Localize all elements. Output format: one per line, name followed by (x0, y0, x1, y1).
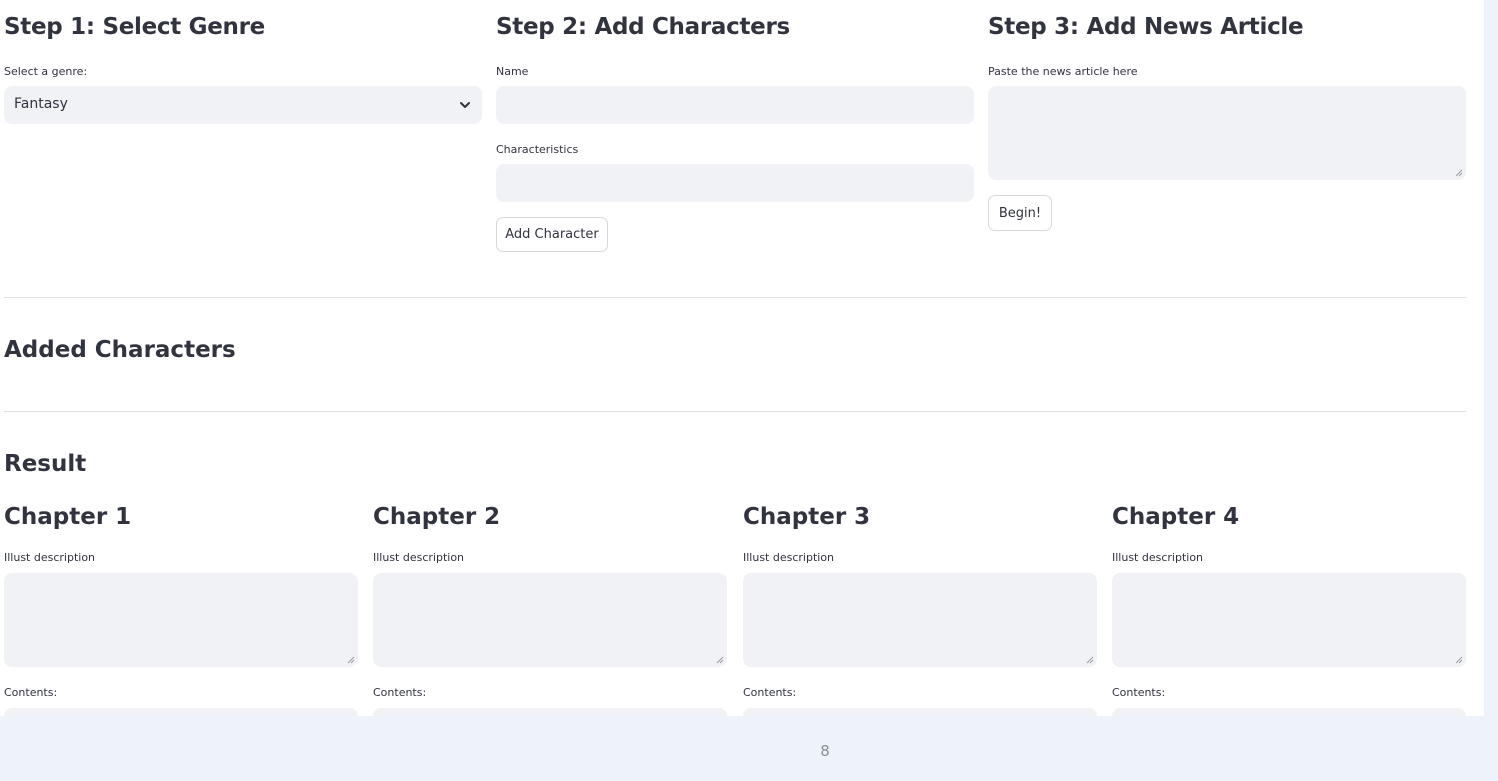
resize-handle-icon[interactable] (1086, 656, 1094, 664)
characteristics-label: Characteristics (496, 143, 579, 156)
characteristics-input[interactable] (496, 164, 974, 202)
contents-textarea[interactable] (4, 708, 358, 716)
app-window: Step 1: Select Genre Select a genre: Fan… (0, 0, 1484, 716)
chapter-title: Chapter 4 (1112, 504, 1240, 530)
add-character-button[interactable]: Add Character (496, 217, 608, 252)
name-input[interactable] (496, 86, 974, 124)
chapter-title: Chapter 3 (743, 504, 871, 530)
resize-handle-icon[interactable] (1455, 169, 1463, 177)
illust-description-textarea[interactable] (1112, 573, 1466, 667)
genre-selected-value: Fantasy (14, 96, 68, 112)
step3-title: Step 3: Add News Article (988, 14, 1304, 40)
chapter-title: Chapter 2 (373, 504, 501, 530)
contents-textarea[interactable] (1112, 708, 1466, 716)
genre-label: Select a genre: (4, 65, 88, 78)
step2-title: Step 2: Add Characters (496, 14, 790, 40)
contents-label: Contents: (1112, 686, 1166, 699)
contents-textarea[interactable] (743, 708, 1097, 716)
illust-description-label: Illust description (1112, 551, 1204, 564)
illust-description-textarea[interactable] (373, 573, 727, 667)
chevron-down-icon (460, 102, 470, 108)
illust-description-textarea[interactable] (4, 573, 358, 667)
steps-row: Step 1: Select Genre Select a genre: Fan… (4, 0, 1466, 270)
illust-description-label: Illust description (4, 551, 96, 564)
chapters-row: Chapter 1 Illust description Contents: C… (4, 500, 1466, 716)
divider (4, 411, 1466, 412)
news-article-textarea[interactable] (988, 86, 1466, 180)
divider (4, 297, 1466, 298)
page-number: 8 (820, 742, 830, 760)
contents-label: Contents: (4, 686, 58, 699)
added-characters-title: Added Characters (4, 337, 236, 363)
contents-label: Contents: (373, 686, 427, 699)
news-article-label: Paste the news article here (988, 65, 1138, 78)
resize-handle-icon[interactable] (347, 656, 355, 664)
result-title: Result (4, 451, 87, 477)
illust-description-textarea[interactable] (743, 573, 1097, 667)
main-content: Step 1: Select Genre Select a genre: Fan… (4, 0, 1466, 716)
begin-button[interactable]: Begin! (988, 195, 1052, 231)
illust-description-label: Illust description (373, 551, 465, 564)
genre-select[interactable]: Fantasy (4, 86, 482, 124)
step1-title: Step 1: Select Genre (4, 14, 265, 40)
resize-handle-icon[interactable] (1455, 656, 1463, 664)
contents-textarea[interactable] (373, 708, 727, 716)
name-label: Name (496, 65, 529, 78)
resize-handle-icon[interactable] (716, 656, 724, 664)
contents-label: Contents: (743, 686, 797, 699)
illust-description-label: Illust description (743, 551, 835, 564)
chapter-title: Chapter 1 (4, 504, 132, 530)
